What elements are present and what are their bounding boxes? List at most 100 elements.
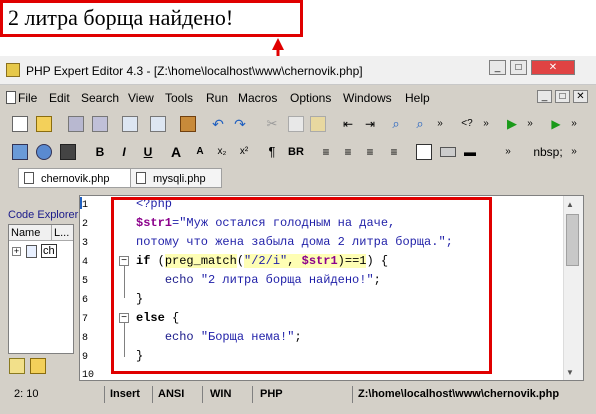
paragraph-icon[interactable]: ¶ bbox=[264, 144, 280, 160]
status-divider bbox=[352, 386, 353, 403]
minimize-button[interactable]: _ bbox=[489, 60, 506, 75]
table-icon[interactable] bbox=[416, 144, 432, 160]
superscript-icon[interactable]: x² bbox=[236, 144, 252, 160]
close-all-icon[interactable] bbox=[150, 116, 166, 132]
tree-item[interactable]: ch bbox=[41, 244, 57, 258]
run-icon[interactable]: ▶ bbox=[504, 116, 520, 132]
file-icon bbox=[136, 172, 146, 184]
highlight-box bbox=[111, 197, 492, 374]
menu-search[interactable]: Search bbox=[81, 91, 119, 105]
replace-icon[interactable]: ⌕ bbox=[412, 116, 428, 132]
maximize-button[interactable]: □ bbox=[510, 60, 527, 75]
line-break-icon[interactable]: BR bbox=[286, 144, 306, 160]
email-icon[interactable] bbox=[60, 144, 76, 160]
paste-icon[interactable] bbox=[310, 116, 326, 132]
column-l[interactable]: L... bbox=[52, 225, 73, 241]
globe-icon[interactable] bbox=[36, 144, 52, 160]
font-smaller-icon[interactable]: A bbox=[192, 144, 208, 160]
menu-macros[interactable]: Macros bbox=[238, 91, 277, 105]
more-icon-2[interactable]: » bbox=[478, 116, 494, 132]
folder-tab-icon[interactable] bbox=[30, 358, 46, 374]
file-icon bbox=[24, 172, 34, 184]
tab-label: mysqli.php bbox=[153, 173, 206, 185]
save-all-icon[interactable] bbox=[92, 116, 108, 132]
tab-label: chernovik.php bbox=[41, 173, 110, 185]
more-icon-3[interactable]: » bbox=[522, 116, 538, 132]
indent-icon[interactable]: ⇤ bbox=[340, 116, 356, 132]
scroll-up-icon[interactable]: ▲ bbox=[566, 200, 574, 209]
new-file-icon[interactable] bbox=[12, 116, 28, 132]
php-tag-icon[interactable]: <? bbox=[456, 116, 478, 132]
image-icon[interactable] bbox=[12, 144, 28, 160]
menu-options[interactable]: Options bbox=[290, 91, 331, 105]
callout-text: 2 литра борща найдено! bbox=[8, 5, 234, 30]
doc-icon bbox=[6, 91, 16, 104]
find-icon[interactable]: ⌕ bbox=[388, 116, 404, 132]
status-path: Z:\home\localhost\www\chernovik.php bbox=[358, 388, 560, 400]
debug-icon[interactable]: ▶ bbox=[548, 116, 564, 132]
hr-icon[interactable]: ▬ bbox=[462, 144, 478, 160]
outdent-icon[interactable]: ⇥ bbox=[362, 116, 378, 132]
close-file-icon[interactable] bbox=[122, 116, 138, 132]
cut-icon[interactable]: ✂ bbox=[264, 116, 280, 132]
menu-file[interactable]: File bbox=[18, 91, 37, 105]
scroll-thumb[interactable] bbox=[566, 214, 579, 266]
font-bigger-icon[interactable]: A bbox=[168, 144, 184, 160]
doc-close-button[interactable]: ✕ bbox=[573, 90, 588, 103]
more-icon-5[interactable]: » bbox=[500, 144, 516, 160]
copy-icon[interactable] bbox=[288, 116, 304, 132]
menu-tools[interactable]: Tools bbox=[165, 91, 193, 105]
menu-run[interactable]: Run bbox=[206, 91, 228, 105]
italic-icon[interactable]: I bbox=[116, 144, 132, 160]
menu-windows[interactable]: Windows bbox=[343, 91, 392, 105]
menu-edit[interactable]: Edit bbox=[49, 91, 70, 105]
status-divider bbox=[104, 386, 105, 403]
underline-icon[interactable]: U bbox=[140, 144, 156, 160]
subscript-icon[interactable]: x₂ bbox=[214, 144, 230, 160]
undo-icon[interactable]: ↶ bbox=[210, 116, 226, 132]
more-icon-6[interactable]: » bbox=[566, 144, 582, 160]
doc-maximize-button[interactable]: □ bbox=[555, 90, 570, 103]
align-left-icon[interactable]: ≡ bbox=[318, 144, 334, 160]
app-icon bbox=[6, 63, 20, 77]
line-number: 10 bbox=[82, 370, 95, 381]
php-file-icon bbox=[26, 245, 37, 258]
line-number: 7 bbox=[82, 314, 89, 325]
scroll-down-icon[interactable]: ▼ bbox=[566, 368, 574, 377]
doc-minimize-button[interactable]: _ bbox=[537, 90, 552, 103]
line-number: 4 bbox=[82, 257, 89, 268]
close-button[interactable]: ✕ bbox=[531, 60, 575, 75]
explorer-tab-icon[interactable] bbox=[9, 358, 25, 374]
tab-chernovik[interactable]: chernovik.php bbox=[18, 168, 140, 188]
redo-icon[interactable]: ↷ bbox=[232, 116, 248, 132]
align-right-icon[interactable]: ≡ bbox=[362, 144, 378, 160]
justify-icon[interactable]: ≡ bbox=[386, 144, 402, 160]
line-number: 6 bbox=[82, 295, 89, 306]
align-center-icon[interactable]: ≡ bbox=[340, 144, 356, 160]
status-encoding: ANSI bbox=[158, 388, 185, 400]
line-number: 8 bbox=[82, 333, 89, 344]
column-name[interactable]: Name bbox=[9, 225, 52, 241]
expand-icon[interactable]: + bbox=[12, 247, 21, 256]
line-number: 5 bbox=[82, 276, 89, 287]
status-mode: Insert bbox=[110, 388, 140, 400]
status-line-endings: WIN bbox=[210, 388, 232, 400]
status-divider bbox=[152, 386, 153, 403]
menu-view[interactable]: View bbox=[128, 91, 154, 105]
nbsp-icon[interactable]: nbsp; bbox=[530, 144, 566, 160]
status-divider bbox=[202, 386, 203, 403]
line-number: 2 bbox=[82, 219, 89, 230]
line-number: 1 bbox=[82, 200, 89, 211]
status-syntax: PHP bbox=[260, 388, 283, 400]
files-icon[interactable] bbox=[180, 116, 196, 132]
menu-help[interactable]: Help bbox=[405, 91, 430, 105]
bold-icon[interactable]: B bbox=[92, 144, 108, 160]
form-icon[interactable] bbox=[440, 147, 456, 157]
status-divider bbox=[252, 386, 253, 403]
line-number: 3 bbox=[82, 238, 89, 249]
save-icon[interactable] bbox=[68, 116, 84, 132]
open-folder-icon[interactable] bbox=[36, 116, 52, 132]
more-icon[interactable]: » bbox=[432, 116, 448, 132]
more-icon-4[interactable]: » bbox=[566, 116, 582, 132]
code-explorer-title: Code Explorer bbox=[8, 209, 79, 221]
